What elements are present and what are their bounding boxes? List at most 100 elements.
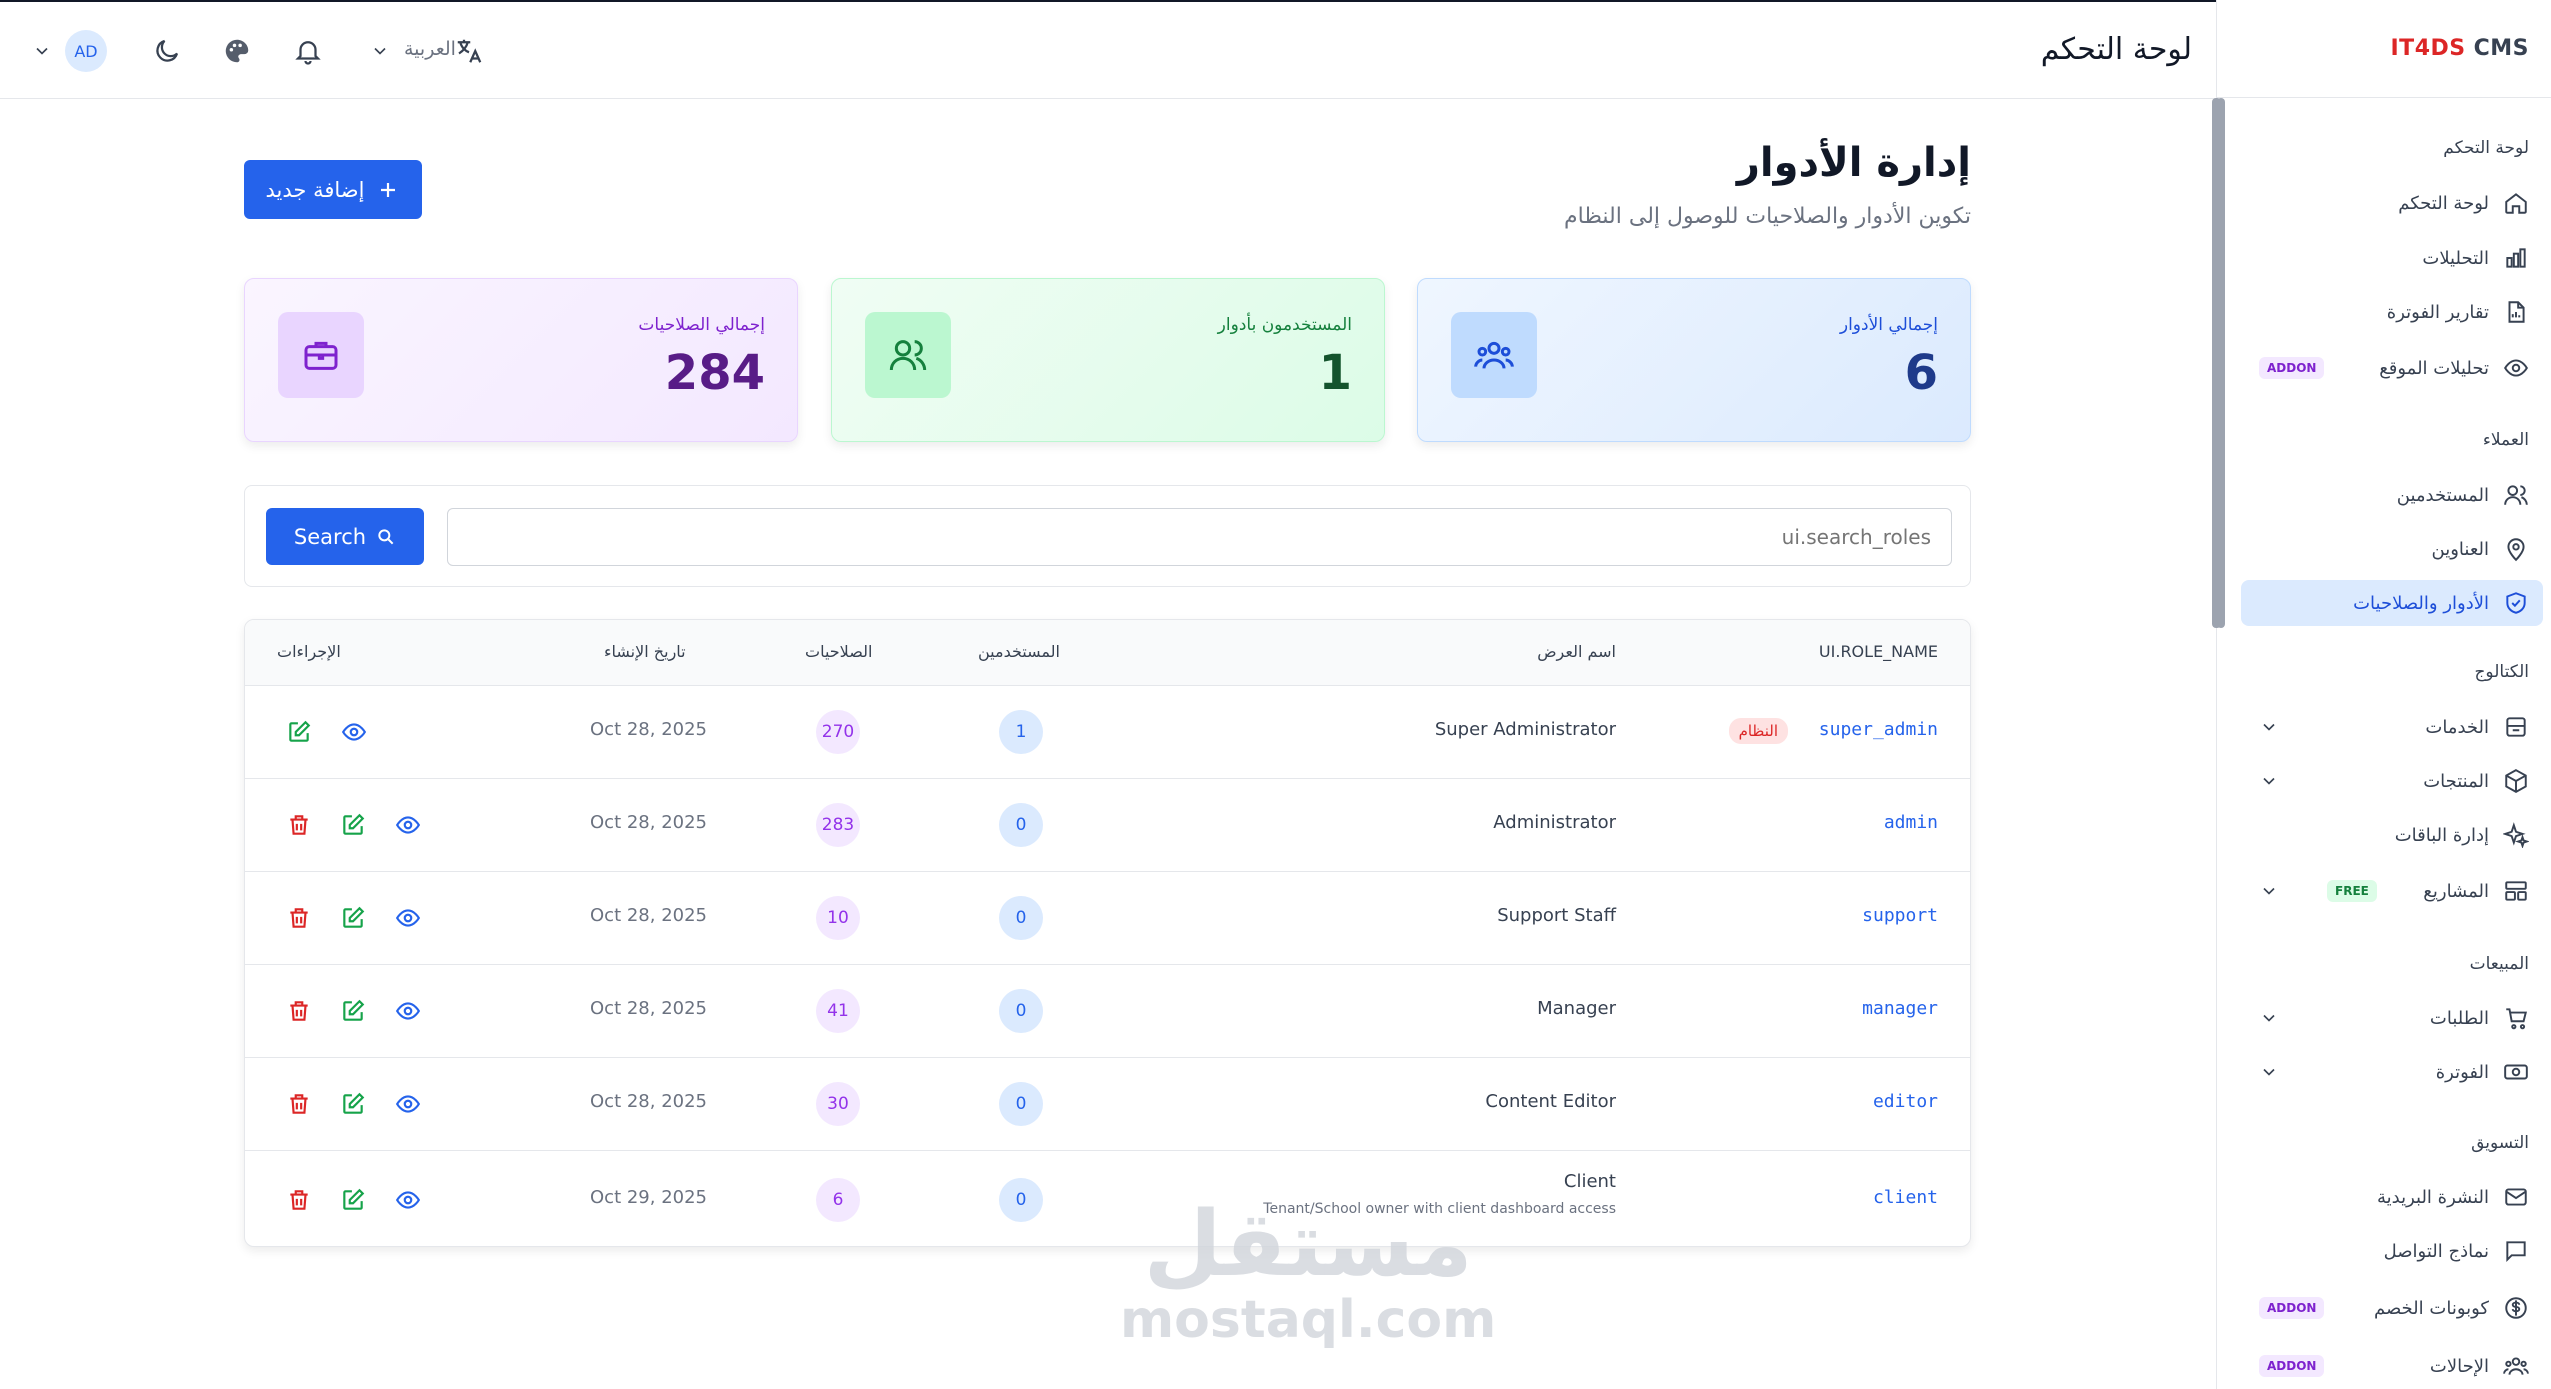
sidebar-item-projects[interactable]: المشاريع [2423,869,2529,913]
chevron-down-icon[interactable] [370,41,390,61]
sidebar-item-products[interactable]: المنتجات [2423,759,2529,803]
sidebar-item-addresses[interactable]: العناوين [2432,527,2530,571]
mail-icon [2505,1188,2527,1206]
users-count: 0 [999,1082,1043,1126]
stat-card-total-permissions: إجمالي الصلاحيات 284 [244,278,798,442]
edit-icon[interactable] [340,812,366,838]
table-row: admin Administrator 0 283 Oct 28, 2025 [245,779,1970,872]
chevron-down-icon[interactable] [2259,1008,2279,1028]
brand-logo[interactable]: IT4DS CMS [2217,0,2551,98]
users-group-icon [1474,341,1514,369]
users-group-icon [2503,1357,2529,1375]
stat-card-total-roles: إجمالي الأدوار 6 [1417,278,1971,442]
role-name[interactable]: support [1862,905,1938,926]
permissions-count: 30 [816,1082,860,1126]
sidebar-item-packages[interactable]: إدارة الباقات [2395,813,2529,857]
trash-icon[interactable] [286,905,312,931]
edit-icon[interactable] [340,1187,366,1213]
eye-icon[interactable] [341,719,367,745]
edit-icon[interactable] [340,998,366,1024]
chevron-down-icon[interactable] [2259,717,2279,737]
column-header-role-name: UI.ROLE_NAME [1818,642,1938,661]
archive-icon [2506,717,2526,737]
page-title: إدارة الأدوار [1736,140,1971,186]
trash-icon[interactable] [286,1187,312,1213]
sidebar-item-newsletter[interactable]: النشرة البريدية [2377,1175,2529,1219]
chevron-down-icon[interactable] [32,41,52,61]
section-label-sales: المبيعات [2469,954,2529,974]
bell-icon[interactable] [293,36,323,66]
eye-icon[interactable] [395,812,421,838]
eye-icon[interactable] [395,905,421,931]
sparkles-icon [2503,822,2529,848]
role-name[interactable]: admin [1884,812,1938,833]
role-name[interactable]: editor [1873,1091,1938,1112]
eye-icon[interactable] [395,1187,421,1213]
eye-icon [2504,359,2528,377]
stat-value: 1 [1318,345,1352,401]
permissions-count: 270 [816,710,860,754]
palette-icon[interactable] [222,36,252,66]
main-scrollbar[interactable] [2212,98,2221,628]
moon-icon[interactable] [152,36,182,66]
permissions-count: 283 [816,803,860,847]
sidebar-item-billing[interactable]: الفوترة [2436,1050,2529,1094]
table-row: manager Manager 0 41 Oct 28, 2025 [245,965,1970,1058]
eye-icon[interactable] [395,1091,421,1117]
users-icon [889,340,927,371]
role-name[interactable]: client [1873,1187,1938,1208]
sidebar-item-referrals[interactable]: الإحالات [2430,1344,2529,1388]
users-count: 1 [999,710,1043,754]
users-count: 0 [999,803,1043,847]
search-icon [378,528,394,544]
chevron-down-icon[interactable] [2259,771,2279,791]
trash-icon[interactable] [286,1091,312,1117]
chevron-down-icon[interactable] [2259,1062,2279,1082]
sidebar-item-billing-reports[interactable]: تقارير الفوترة [2387,290,2529,334]
edit-icon[interactable] [340,1091,366,1117]
display-name: Support Staff [1497,905,1616,926]
add-new-button[interactable]: إضافة جديد [244,160,422,219]
plus-icon [381,182,396,197]
cart-icon [2506,1008,2527,1030]
banknote-icon [2504,1064,2528,1080]
edit-icon[interactable] [286,719,312,745]
sidebar-item-roles-permissions[interactable]: الأدوار والصلاحيات [2241,580,2543,626]
role-name[interactable]: super_admin [1819,719,1938,740]
layout-icon [2505,881,2527,901]
system-badge: النظام [1728,718,1788,744]
created-date: Oct 28, 2025 [590,905,707,926]
map-pin-icon [2507,538,2525,562]
trash-icon[interactable] [286,812,312,838]
display-name: Client [1563,1171,1616,1192]
watermark-arabic: مستقل [1143,1192,1473,1297]
trash-icon[interactable] [286,998,312,1024]
stat-label: المستخدمون بأدوار [1217,315,1352,335]
eye-icon[interactable] [395,998,421,1024]
sidebar-item-dashboard[interactable]: لوحة التحكم [2398,181,2529,225]
column-header-display-name: اسم العرض [1537,642,1616,661]
sidebar-item-contact-forms[interactable]: نماذج التواصل [2384,1229,2529,1273]
edit-icon[interactable] [340,905,366,931]
header-title: لوحة التحكم [2040,32,2192,67]
sidebar-item-analytics[interactable]: التحليلات [2422,236,2529,280]
role-name[interactable]: manager [1862,998,1938,1019]
search-input[interactable] [447,508,1952,566]
sidebar-item-site-analytics[interactable]: تحليلات الموقع [2379,346,2529,390]
chevron-down-icon[interactable] [2259,881,2279,901]
sidebar-item-users[interactable]: المستخدمين [2397,473,2529,517]
sidebar-item-services[interactable]: الخدمات [2425,705,2529,749]
translate-icon[interactable] [454,36,484,66]
stat-value: 6 [1904,345,1938,401]
language-selector[interactable]: العربية [404,38,456,60]
sidebar-item-coupons[interactable]: كوبونات الخصم [2374,1286,2529,1330]
permissions-count: 10 [816,896,860,940]
users-icon [2504,485,2528,505]
sidebar-item-orders[interactable]: الطلبات [2430,996,2529,1040]
avatar[interactable]: AD [65,30,107,72]
stat-label: إجمالي الصلاحيات [638,315,765,335]
page-subtitle: تكوين الأدوار والصلاحيات للوصول إلى النظ… [1564,204,1971,229]
briefcase-icon [304,341,338,370]
search-button[interactable]: Search [266,508,424,565]
table-row: client Client Tenant/School owner with c… [245,1151,1970,1246]
